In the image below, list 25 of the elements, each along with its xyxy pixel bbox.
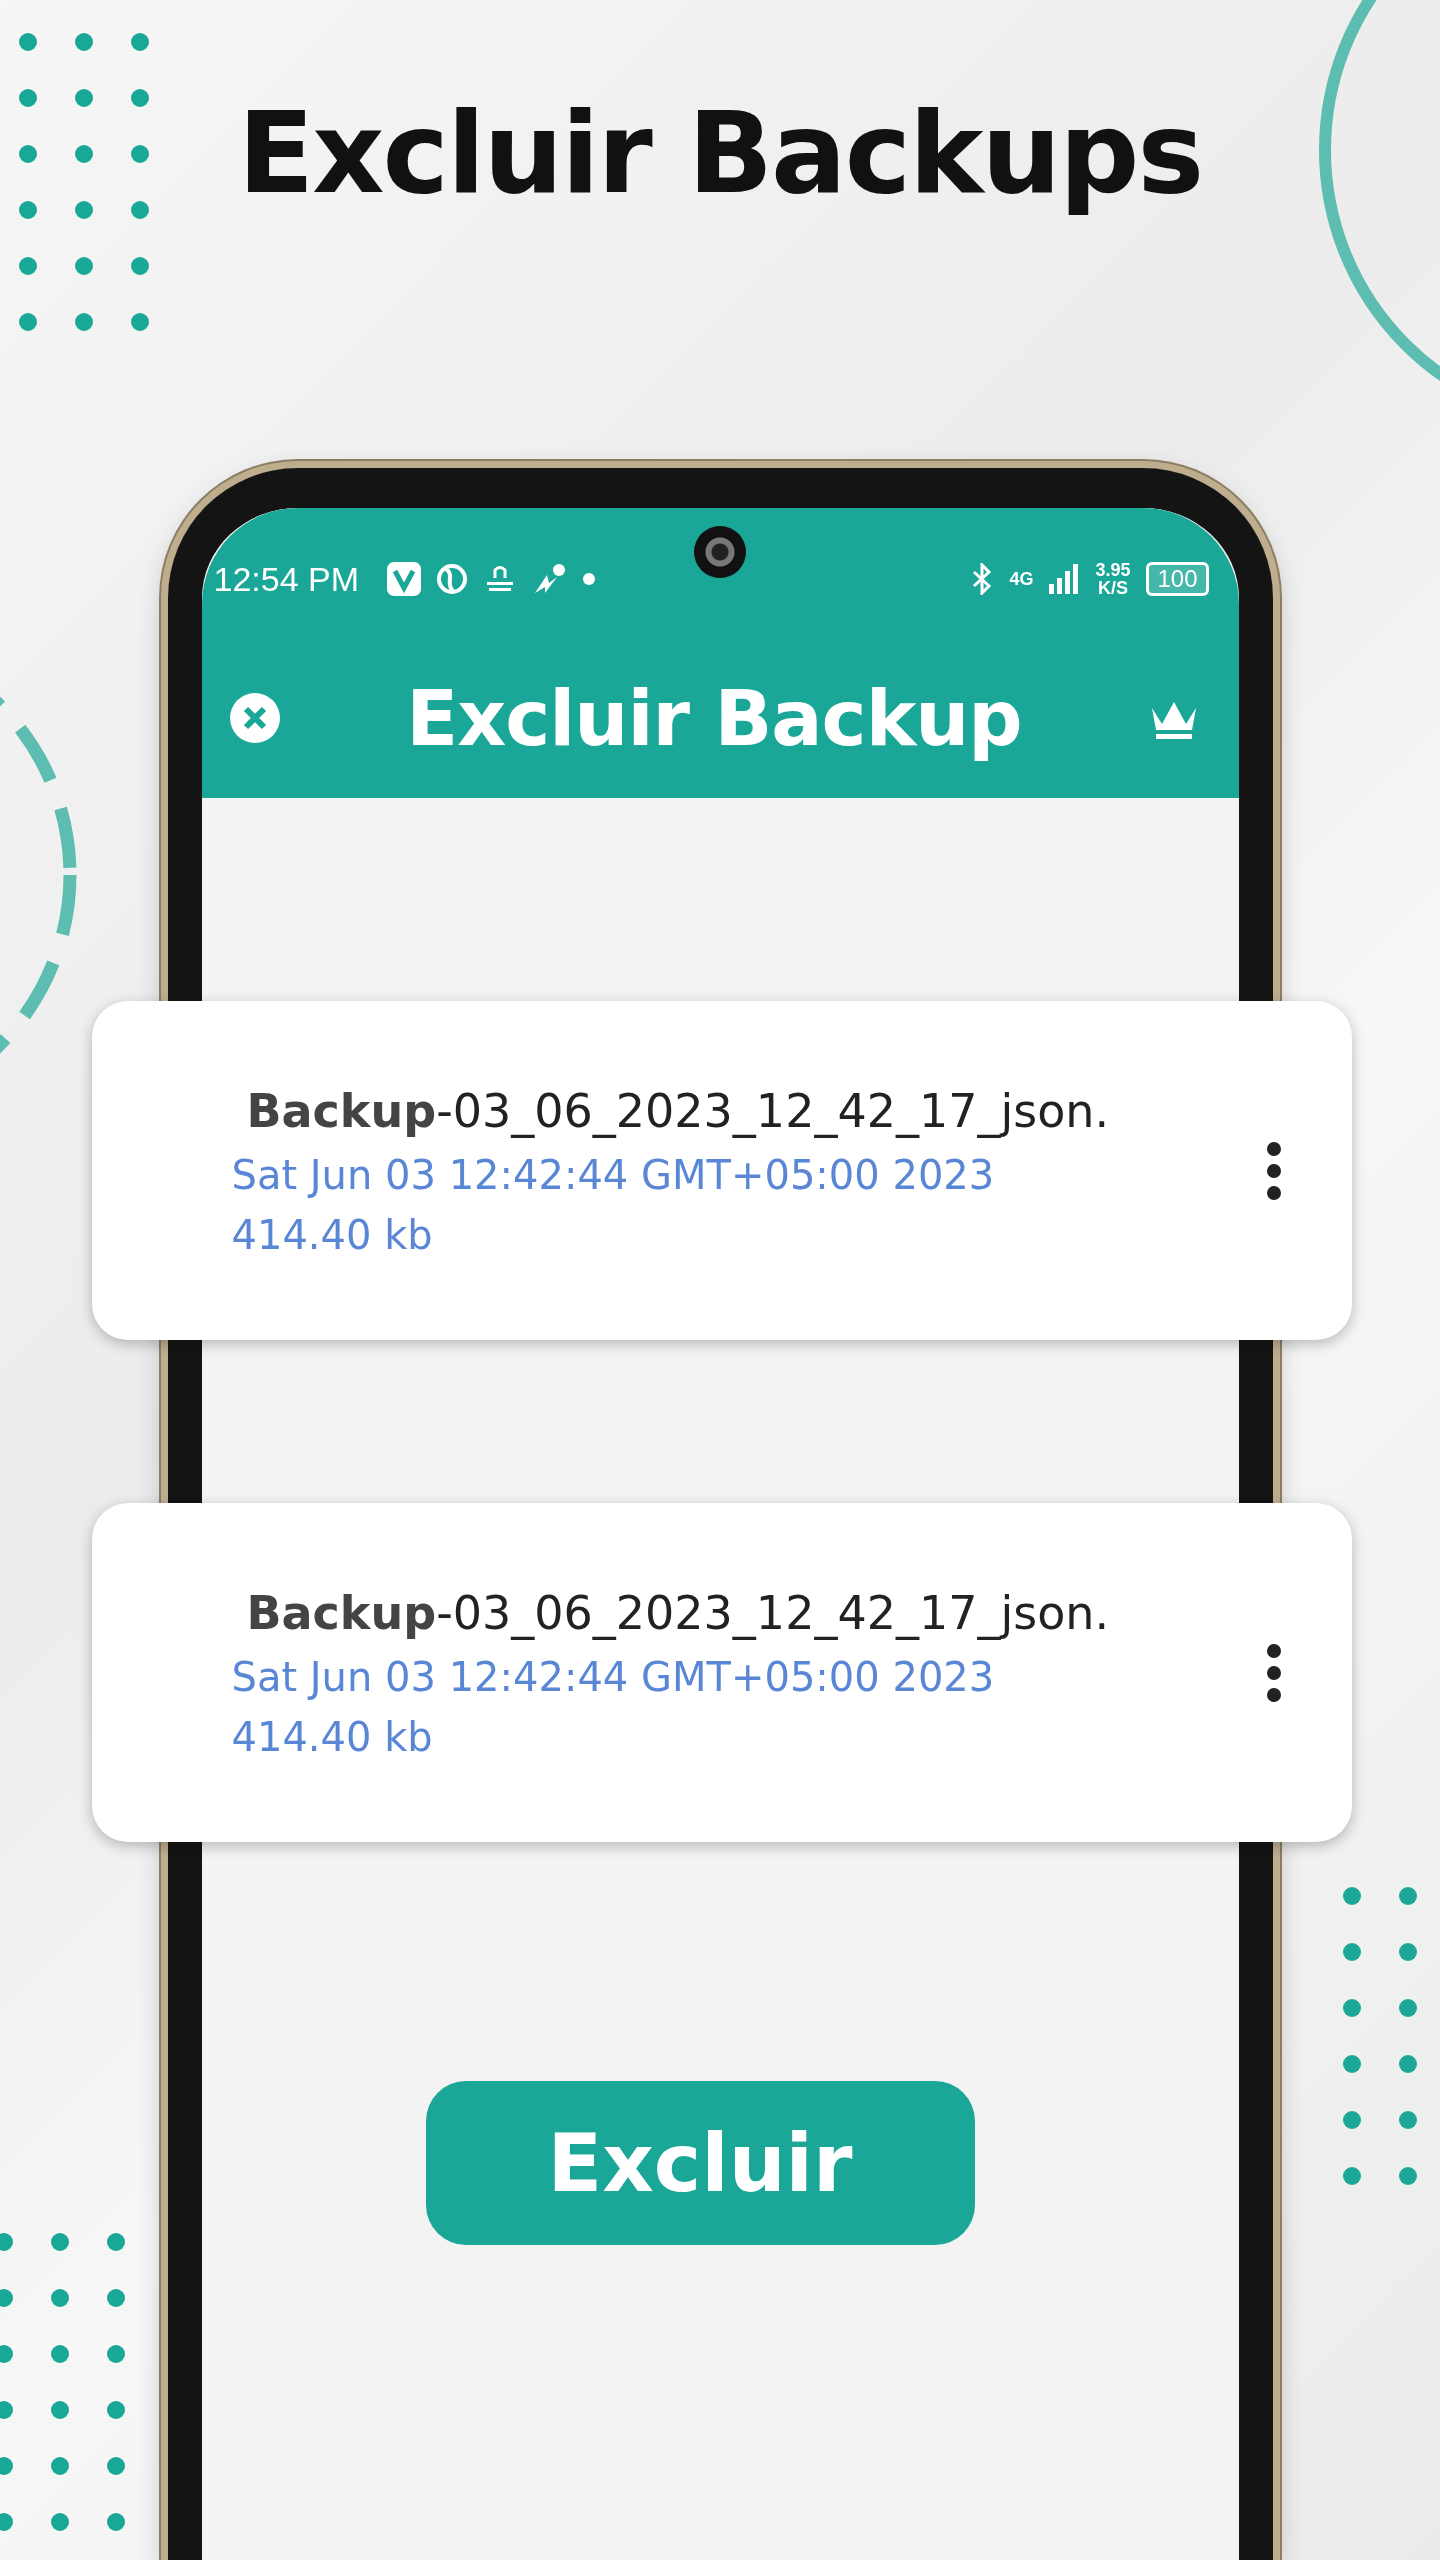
app-icon [387, 562, 422, 596]
more-icon [1265, 1642, 1282, 1703]
backup-size: 414.40 kb [231, 1713, 434, 1760]
camera-lens [694, 526, 746, 578]
backup-name: Backup-03_06_2023_12_42_17_json. [246, 1083, 1111, 1138]
backup-card[interactable]: Backup-03_06_2023_12_42_17_json. Sat Jun 03 12:42:44 GMT+05:00 2023 414.40 kb [91, 1503, 1352, 1842]
bluetooth-icon [971, 563, 994, 595]
network-label: 4G [1009, 570, 1034, 588]
battery-level: 100 [1146, 562, 1209, 596]
backup-date: Sat Jun 03 12:42:44 GMT+05:00 2023 [231, 1653, 996, 1700]
backup-size: 414.40 kb [231, 1211, 434, 1258]
status-time: 12:54 PM [213, 559, 360, 599]
speed-unit: K/S [1097, 579, 1128, 597]
backup-date: Sat Jun 03 12:42:44 GMT+05:00 2023 [231, 1151, 996, 1198]
screen-title: Excluir Backup [406, 673, 1022, 763]
signal-icon [1049, 564, 1080, 594]
page-title: Excluir Backups [237, 88, 1203, 218]
more-icon [1265, 1140, 1282, 1201]
globe-icon [437, 563, 468, 595]
dot-icon [583, 573, 596, 585]
bolt-icon [533, 563, 568, 595]
close-icon[interactable] [229, 693, 280, 743]
speed-value: 3.95 [1095, 561, 1131, 579]
backup-name: Backup-03_06_2023_12_42_17_json. [246, 1585, 1111, 1640]
backup-card[interactable]: Backup-03_06_2023_12_42_17_json. Sat Jun 03 12:42:44 GMT+05:00 2023 414.40 kb [91, 1001, 1352, 1340]
